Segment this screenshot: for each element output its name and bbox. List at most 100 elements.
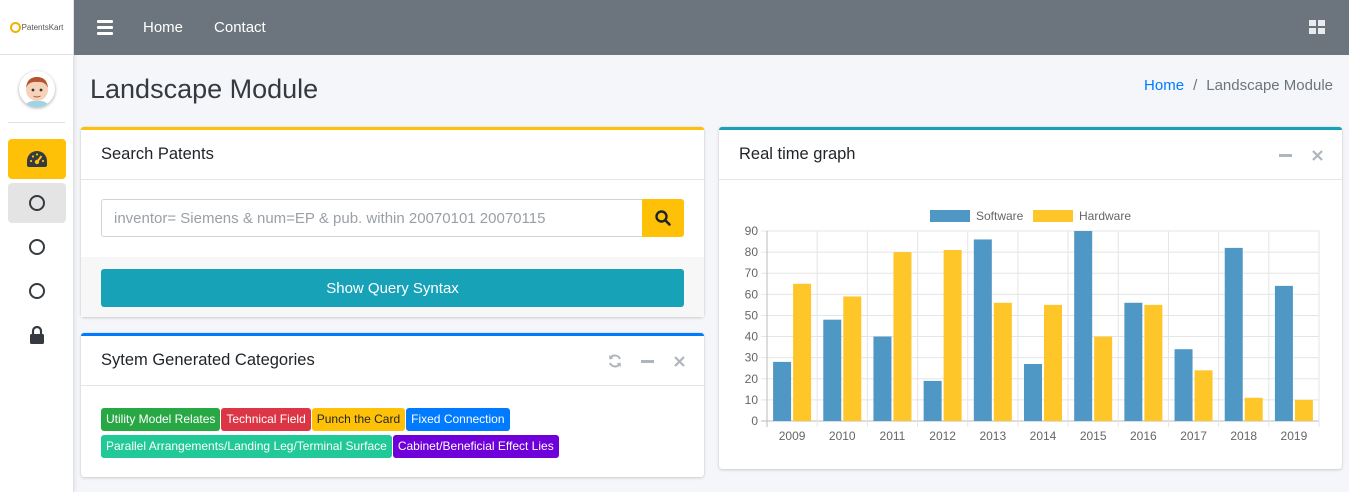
card-title: Real time graph <box>739 145 856 163</box>
y-tick-label: 60 <box>745 287 759 301</box>
y-tick-label: 30 <box>745 351 759 365</box>
bar-hardware <box>1294 399 1313 421</box>
avatar[interactable] <box>18 70 55 107</box>
top-navbar: Home Contact <box>74 0 1349 55</box>
close-icon[interactable] <box>672 354 686 368</box>
search-button[interactable] <box>642 199 684 237</box>
close-icon[interactable] <box>1310 148 1324 162</box>
minus-icon[interactable] <box>1278 148 1292 162</box>
category-tag[interactable]: Utility Model Relates <box>101 408 221 431</box>
legend-swatch <box>930 210 970 222</box>
bar-software <box>1024 364 1042 421</box>
bar-hardware <box>843 296 862 421</box>
circle-icon <box>29 239 45 255</box>
brand-logo-icon <box>9 21 21 33</box>
y-tick-label: 0 <box>751 414 758 428</box>
user-panel <box>8 55 65 123</box>
y-tick-label: 70 <box>745 266 759 280</box>
category-tag[interactable]: Fixed Connection <box>406 408 510 431</box>
circle-icon <box>29 195 45 211</box>
x-tick-label: 2019 <box>1281 429 1308 443</box>
card-header: Sytem Generated Categories <box>81 336 704 386</box>
card-tools <box>1278 130 1324 180</box>
brand-logo: PatentsKart <box>9 21 64 33</box>
y-tick-label: 10 <box>745 393 759 407</box>
menu-toggle-icon[interactable] <box>97 20 113 35</box>
search-patents-card: Search Patents Show Query Syntax <box>81 127 704 317</box>
x-tick-label: 2010 <box>829 429 856 443</box>
y-tick-label: 80 <box>745 245 759 259</box>
x-tick-label: 2012 <box>929 429 956 443</box>
bar-software <box>1174 349 1193 421</box>
y-tick-label: 40 <box>745 330 759 344</box>
card-title: Sytem Generated Categories <box>101 351 315 369</box>
brand[interactable]: PatentsKart <box>0 0 73 55</box>
bar-software <box>1224 247 1243 421</box>
card-header: Real time graph <box>719 130 1342 180</box>
bar-software <box>773 361 792 421</box>
breadcrumb-separator: / <box>1193 77 1198 94</box>
bar-hardware <box>1044 304 1062 421</box>
categories-card: Sytem Generated Categories Utility Model… <box>81 333 704 477</box>
legend-label: Hardware <box>1079 209 1131 223</box>
legend-swatch <box>1033 210 1073 222</box>
y-tick-label: 90 <box>745 224 759 238</box>
legend-label: Software <box>976 209 1024 223</box>
category-tag[interactable]: Punch the Card <box>311 408 406 431</box>
bar-hardware <box>1194 370 1213 421</box>
bar-software <box>873 336 892 421</box>
sidebar-item-3[interactable] <box>8 271 66 311</box>
bar-hardware <box>943 250 962 421</box>
sidebar-item-dashboard[interactable] <box>8 139 66 179</box>
nav-link-contact[interactable]: Contact <box>214 19 266 36</box>
category-tag[interactable]: Technical Field <box>221 408 311 431</box>
breadcrumb-home-link[interactable]: Home <box>1144 77 1184 94</box>
breadcrumb: Home / Landscape Module <box>1144 77 1333 94</box>
bar-software <box>923 380 942 421</box>
sidebar-nav <box>0 139 73 355</box>
apps-grid-icon[interactable] <box>1309 20 1325 34</box>
sidebar-item-2[interactable] <box>8 227 66 267</box>
sidebar-item-1[interactable] <box>8 183 66 223</box>
page-title: Landscape Module <box>90 74 319 104</box>
x-tick-label: 2014 <box>1030 429 1057 443</box>
card-footer: Show Query Syntax <box>81 257 704 317</box>
dashboard-icon <box>27 151 47 167</box>
sidebar: PatentsKart <box>0 0 74 492</box>
category-tag[interactable]: Parallel Arrangements/Landing Leg/Termin… <box>101 435 392 458</box>
x-tick-label: 2017 <box>1180 429 1207 443</box>
breadcrumb-current: Landscape Module <box>1206 77 1333 94</box>
sidebar-item-lock[interactable] <box>8 315 66 355</box>
x-tick-label: 2009 <box>779 429 806 443</box>
search-input[interactable] <box>101 199 642 237</box>
show-query-syntax-button[interactable]: Show Query Syntax <box>101 269 684 307</box>
real-time-graph-card: Real time graph 0 10 20 30 40 50 60 70 80 90 2009 2… <box>719 127 1342 469</box>
bar-software <box>823 319 842 421</box>
bar-software <box>1274 285 1293 421</box>
brand-name: PatentsKart <box>21 22 64 32</box>
y-tick-label: 20 <box>745 372 759 386</box>
minus-icon[interactable] <box>640 354 654 368</box>
search-icon <box>655 210 671 226</box>
nav-link-home[interactable]: Home <box>143 19 183 36</box>
card-title: Search Patents <box>101 145 214 163</box>
x-tick-label: 2011 <box>880 429 906 443</box>
refresh-icon[interactable] <box>608 354 622 368</box>
bar-chart: 0 10 20 30 40 50 60 70 80 90 2009 2010 2011 2012 2013 2… <box>745 209 1320 443</box>
bar-software <box>1074 231 1093 421</box>
x-tick-label: 2015 <box>1080 429 1107 443</box>
x-tick-label: 2016 <box>1130 429 1157 443</box>
x-tick-label: 2013 <box>979 429 1006 443</box>
bar-hardware <box>993 302 1012 421</box>
bar-hardware <box>1244 397 1263 421</box>
bar-hardware <box>1094 336 1113 421</box>
bar-hardware <box>1144 304 1163 421</box>
bar-software <box>973 239 992 421</box>
x-tick-label: 2018 <box>1230 429 1257 443</box>
search-group <box>101 199 684 237</box>
category-tag[interactable]: Cabinet/Beneficial Effect Lies <box>392 435 559 458</box>
category-tags: Utility Model Relates Technical Field Punc… <box>101 408 691 462</box>
bar-software <box>1124 302 1143 421</box>
bar-hardware <box>893 252 912 421</box>
card-header: Search Patents <box>81 130 704 180</box>
